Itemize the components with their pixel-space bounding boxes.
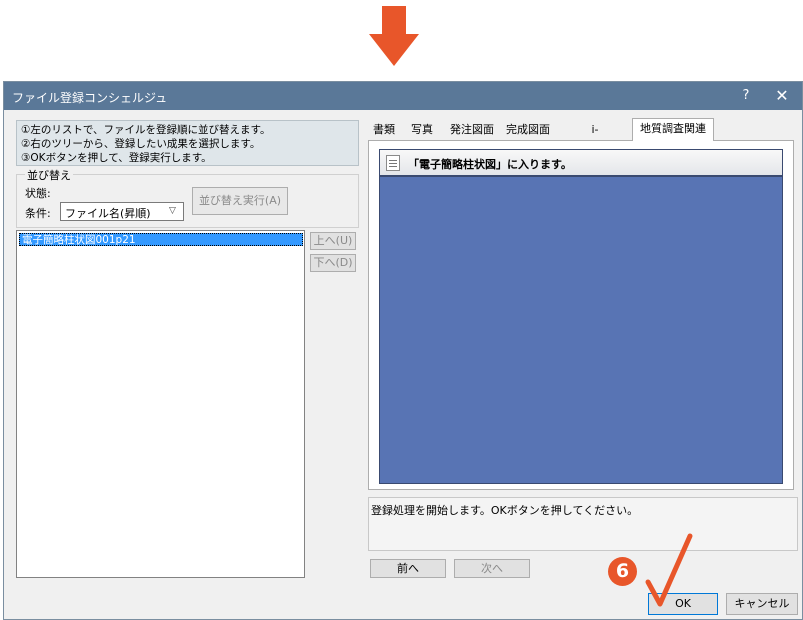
instructions-panel: ①左のリストで、ファイルを登録順に並び替えます。 ②右のツリーから、登録したい成… (16, 120, 359, 166)
deliverable-tree[interactable]: 「電子簡略柱状図」に入ります。 (379, 149, 783, 484)
sort-execute-button[interactable]: 並び替え実行(A) (192, 187, 288, 215)
status-message: 登録処理を開始します。OKボタンを押してください。 (368, 497, 798, 551)
sort-group-legend: 並び替え (25, 167, 73, 183)
file-list-item[interactable]: 電子簡略柱状図001p21 (19, 233, 303, 246)
tab-completion-drawings[interactable]: 完成図面 (502, 120, 554, 140)
tab-order-drawings[interactable]: 発注図面 (446, 120, 498, 140)
sort-group: 並び替え 状態: 条件: ファイル名(昇順) ▽ 並び替え実行(A) (16, 167, 359, 228)
condition-label: 条件: (25, 207, 51, 220)
prev-button[interactable]: 前へ (370, 559, 446, 578)
tab-i-construction[interactable]: i-Construction (558, 120, 632, 156)
title-bar: ファイル登録コンシェルジュ ? ✕ (4, 82, 802, 110)
tab-photos[interactable]: 写真 (404, 120, 440, 140)
file-list[interactable]: 電子簡略柱状図001p21 (16, 230, 305, 578)
close-button[interactable]: ✕ (766, 85, 798, 107)
tab-panel: 「電子簡略柱状図」に入ります。 (368, 140, 794, 490)
tab-geological-survey[interactable]: 地質調査関連 (632, 118, 714, 141)
tree-header[interactable]: 「電子簡略柱状図」に入ります。 (380, 150, 782, 177)
tree-header-label: 「電子簡略柱状図」に入ります。 (408, 158, 572, 171)
condition-select-value: ファイル名(昇順) (65, 207, 151, 220)
condition-select[interactable]: ファイル名(昇順) ▽ (60, 202, 184, 221)
chevron-down-icon: ▽ (169, 206, 176, 216)
next-button[interactable]: 次へ (454, 559, 530, 578)
help-button[interactable]: ? (732, 85, 760, 107)
move-down-button[interactable]: 下へ(D) (310, 254, 356, 272)
move-up-button[interactable]: 上へ(U) (310, 232, 356, 250)
window-title: ファイル登録コンシェルジュ (12, 91, 168, 105)
state-label: 状態: (25, 187, 51, 200)
instruction-line: ②右のツリーから、登録したい成果を選択します。 (21, 138, 261, 150)
down-arrow-icon (369, 6, 419, 66)
instruction-line: ①左のリストで、ファイルを登録順に並び替えます。 (21, 124, 271, 136)
tab-documents[interactable]: 書類 (368, 120, 400, 140)
step-number-badge: 6 (608, 557, 637, 586)
document-icon (386, 155, 400, 171)
cancel-button[interactable]: キャンセル (726, 593, 798, 615)
instruction-line: ③OKボタンを押して、登録実行します。 (21, 152, 212, 164)
